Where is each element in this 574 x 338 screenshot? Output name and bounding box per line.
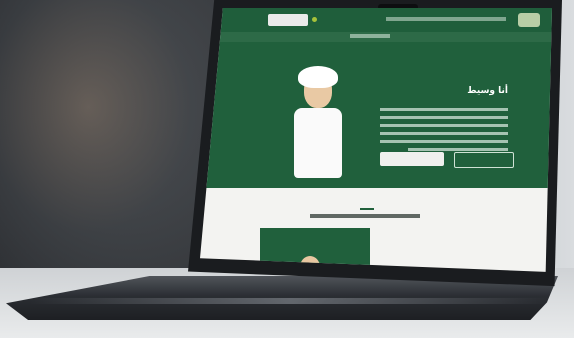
- hero-text-line: [380, 140, 508, 143]
- site-nav[interactable]: [386, 17, 506, 21]
- primary-cta-button[interactable]: [380, 152, 444, 166]
- laptop-base-highlight: [30, 298, 550, 304]
- hero-text-line: [380, 108, 508, 111]
- laptop-screen: أنا وسيط: [200, 8, 552, 272]
- hero-text-line: [408, 148, 508, 151]
- site-logo-icon[interactable]: [518, 13, 540, 27]
- header-button[interactable]: [268, 14, 308, 26]
- secondary-cta-button[interactable]: [454, 152, 514, 168]
- breadcrumb-text: [350, 34, 390, 38]
- site-header: [200, 8, 552, 32]
- section-heading: [310, 214, 420, 218]
- hero-text-line: [380, 132, 508, 135]
- character-body: [294, 108, 342, 178]
- breadcrumb-bar: [200, 32, 552, 42]
- hero-text-line: [380, 124, 508, 127]
- header-dot-icon: [312, 17, 317, 22]
- hero-heading: أنا وسيط: [467, 86, 508, 96]
- character-illustration-icon: [268, 64, 368, 184]
- hero-text-line: [380, 116, 508, 119]
- section-divider: [360, 208, 374, 210]
- background-blur: [0, 0, 220, 268]
- character-headwear: [298, 66, 338, 88]
